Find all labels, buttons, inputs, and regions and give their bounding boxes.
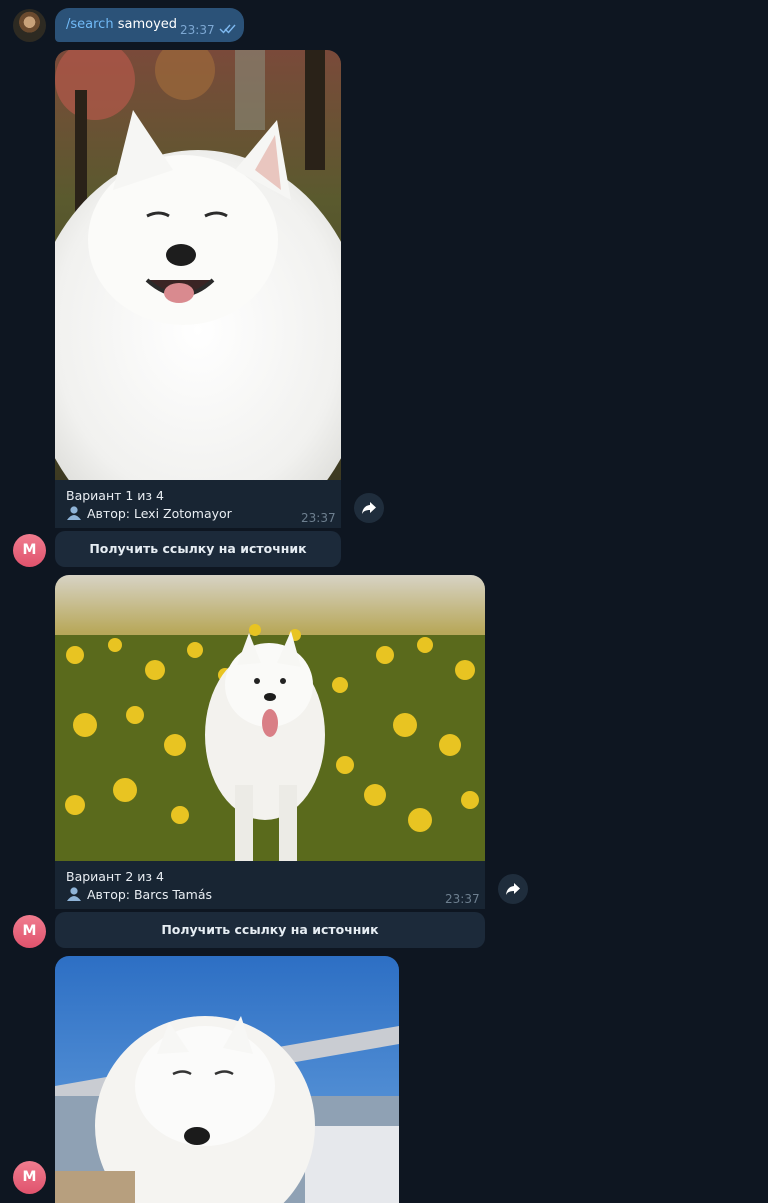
message-time: 23:37 <box>180 23 215 37</box>
forward-arrow-icon <box>362 502 376 514</box>
result-photo[interactable] <box>55 575 485 861</box>
author-prefix: Автор: <box>87 887 134 902</box>
user-avatar[interactable] <box>13 9 46 42</box>
forward-arrow-icon <box>506 883 520 895</box>
result-caption: Вариант 2 из 4 Автор: Barcs Tamás <box>55 861 485 909</box>
result-photo[interactable] <box>55 50 341 480</box>
share-button[interactable] <box>354 493 384 523</box>
author-line: Автор: Barcs Tamás <box>66 886 485 904</box>
variant-label: Вариант 2 из 4 <box>66 869 165 884</box>
author-line: Автор: Lexi Zotomayor <box>66 505 341 523</box>
bot-avatar[interactable]: M <box>13 915 46 948</box>
bot-avatar[interactable]: M <box>13 534 46 567</box>
get-source-link-button[interactable]: Получить ссылку на источник <box>55 912 485 948</box>
person-icon <box>67 887 81 901</box>
get-source-link-button[interactable]: Получить ссылку на источник <box>55 531 341 567</box>
author-prefix: Автор: <box>87 506 134 521</box>
message-time: 23:37 <box>301 511 336 525</box>
author-name: Lexi Zotomayor <box>133 506 232 521</box>
result-caption: Вариант 1 из 4 Автор: Lexi Zotomayor <box>55 480 341 528</box>
samoyed-photo-sky-icon <box>55 956 399 1203</box>
double-check-icon <box>219 24 236 34</box>
author-name: Barcs Tamás <box>133 887 213 902</box>
command-message-bubble: /search samoyed 23:37 <box>55 8 244 42</box>
variant-label: Вариант 1 из 4 <box>66 488 165 503</box>
person-icon <box>67 506 81 520</box>
bot-avatar[interactable]: M <box>13 1161 46 1194</box>
command-query: samoyed <box>113 17 178 32</box>
share-button[interactable] <box>498 874 528 904</box>
samoyed-photo-autumn-icon <box>55 50 341 480</box>
samoyed-photo-flower-field-icon <box>55 575 485 861</box>
command-link[interactable]: /search <box>66 17 114 32</box>
message-time: 23:37 <box>445 892 480 906</box>
result-photo[interactable] <box>55 956 399 1203</box>
